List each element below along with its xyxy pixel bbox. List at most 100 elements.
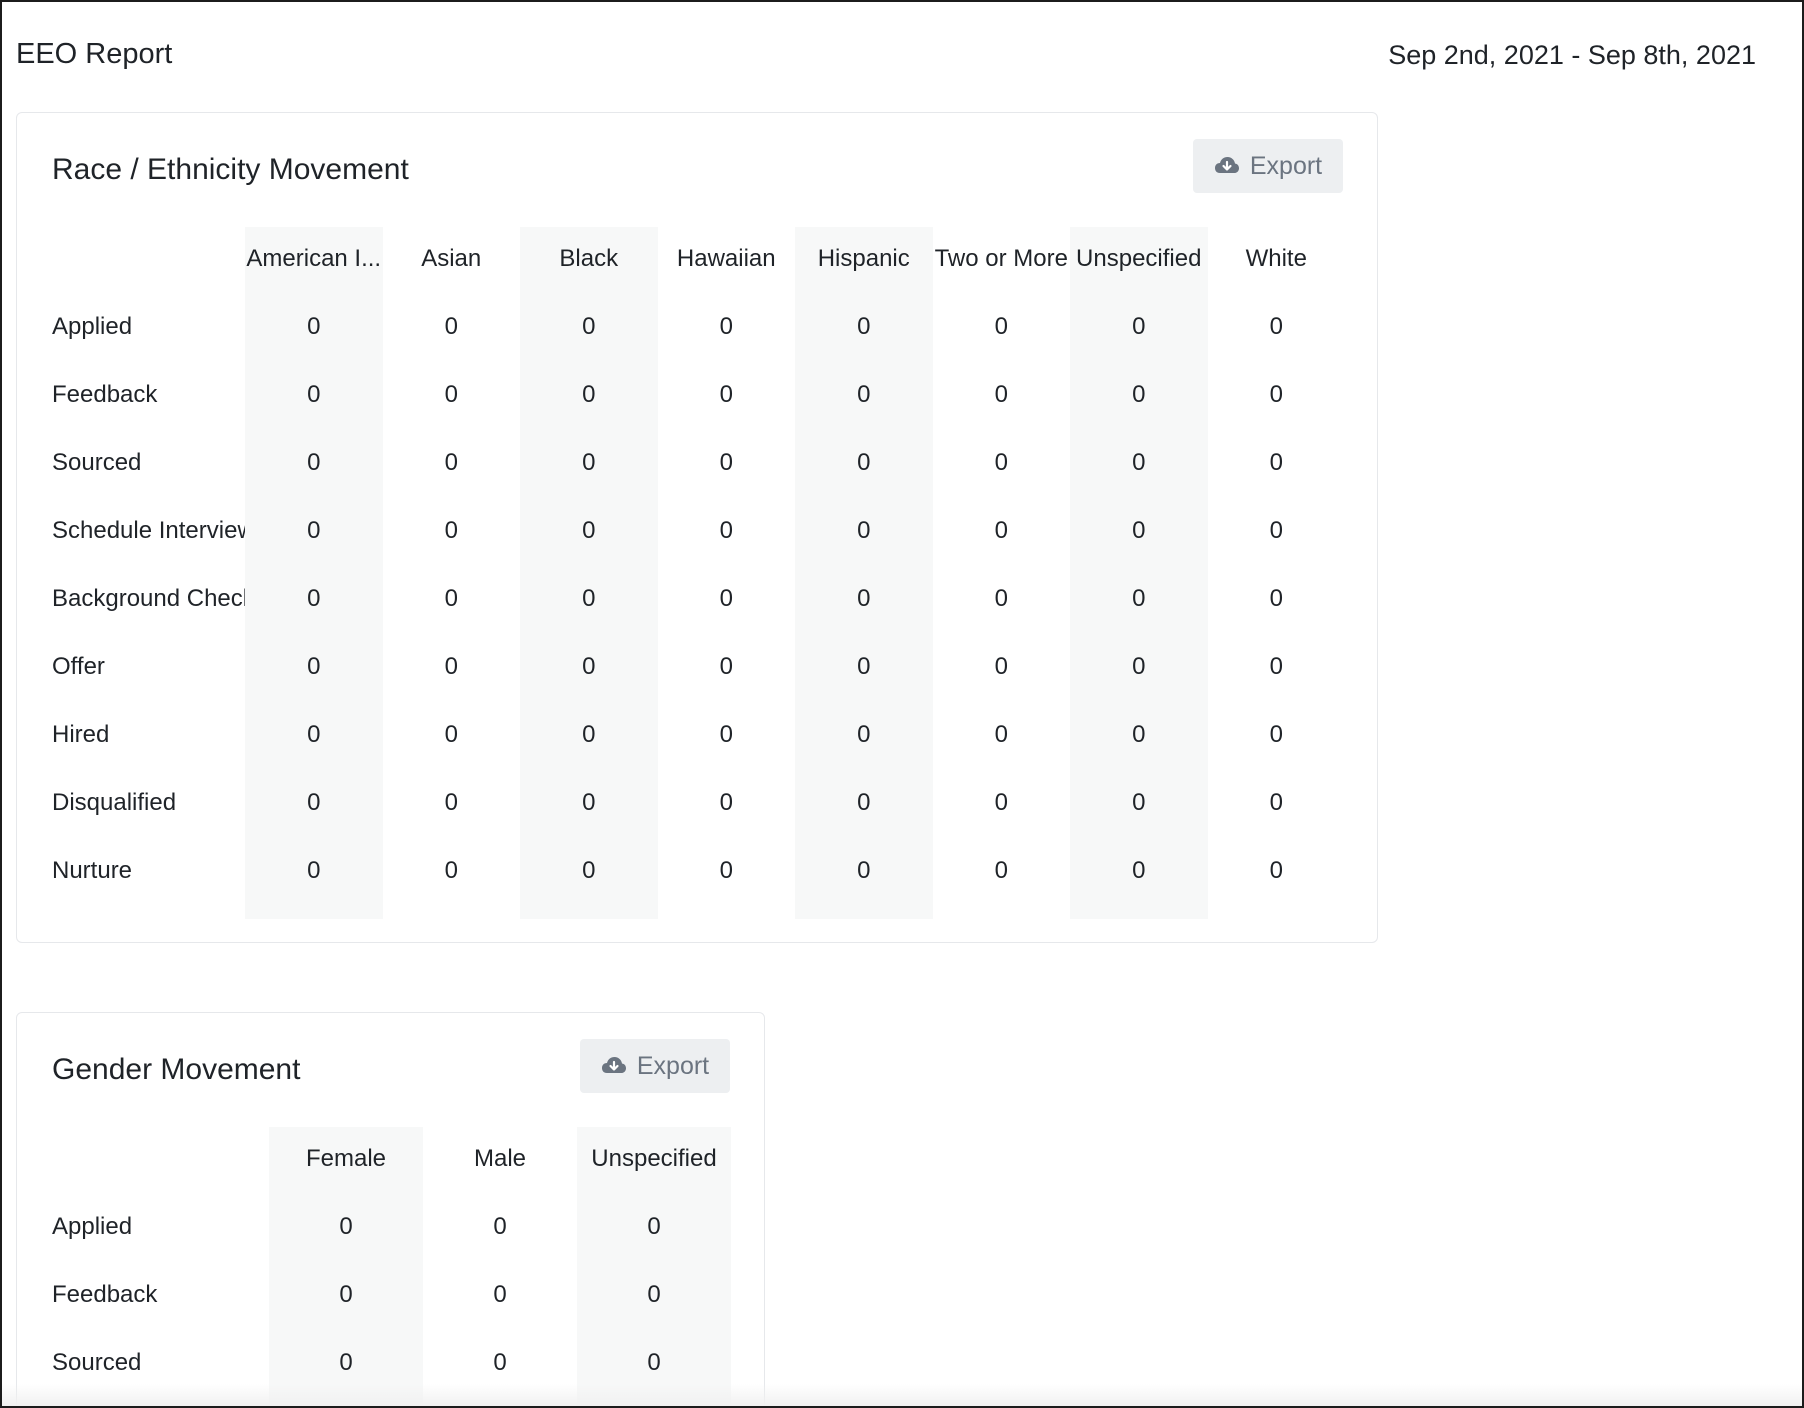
column-header[interactable]: White: [1208, 245, 1346, 273]
table-cell: 0: [444, 585, 458, 612]
column-header[interactable]: Hispanic: [795, 245, 933, 273]
row-label: Hired: [52, 721, 110, 748]
table-cell: 0: [1269, 721, 1283, 748]
table-cell: 0: [444, 653, 458, 680]
table-cell: 0: [994, 857, 1008, 884]
table-cell: 0: [1269, 517, 1283, 544]
row-label: Offer: [52, 653, 105, 680]
race-export-button[interactable]: Export: [1193, 139, 1343, 193]
row-label: Schedule Interview: [52, 517, 245, 544]
row-label: Applied: [52, 1213, 133, 1240]
table-cell: 0: [444, 449, 458, 476]
table-cell: 0: [307, 721, 321, 748]
table-cell: 0: [493, 1349, 507, 1376]
table-cell: 0: [857, 653, 871, 680]
table-cell: 0: [719, 653, 733, 680]
row-label: Sourced: [52, 449, 142, 476]
column-header[interactable]: Male: [423, 1145, 577, 1173]
table-cell: 0: [994, 653, 1008, 680]
table-cell: 0: [719, 721, 733, 748]
table-cell: 0: [1132, 789, 1146, 816]
table-cell: 0: [339, 1281, 353, 1308]
row-label: Background Check: [52, 585, 245, 612]
column-header[interactable]: Unspecified: [1070, 245, 1208, 273]
table-cell: 0: [719, 517, 733, 544]
table-cell: 0: [444, 381, 458, 408]
table-cell: 0: [307, 517, 321, 544]
table-cell: 0: [1132, 857, 1146, 884]
table-cell: 0: [994, 381, 1008, 408]
column-header[interactable]: Hawaiian: [658, 245, 796, 273]
table-cell: 0: [444, 789, 458, 816]
column-header[interactable]: Two or More: [933, 245, 1071, 273]
table-cell: 0: [994, 585, 1008, 612]
table-cell: 0: [994, 449, 1008, 476]
column-header[interactable]: Black: [520, 245, 658, 273]
table-cell: 0: [1132, 381, 1146, 408]
table-cell: 0: [582, 585, 596, 612]
table-cell: 0: [857, 381, 871, 408]
race-ethnicity-card: Race / Ethnicity Movement Export America…: [16, 112, 1378, 943]
table-cell: 0: [1269, 789, 1283, 816]
column-header[interactable]: American I...: [245, 245, 383, 273]
table-cell: 0: [857, 721, 871, 748]
table-cell: 0: [307, 653, 321, 680]
table-cell: 0: [1132, 517, 1146, 544]
column-header[interactable]: Female: [269, 1145, 423, 1173]
row-label: Sourced: [52, 1349, 142, 1376]
table-cell: 0: [647, 1213, 661, 1240]
date-range: Sep 2nd, 2021 - Sep 8th, 2021: [1388, 40, 1756, 70]
gender-export-label: Export: [636, 1051, 710, 1080]
table-cell: 0: [444, 857, 458, 884]
page-title: EEO Report: [16, 38, 173, 70]
table-cell: 0: [582, 517, 596, 544]
table-cell: 0: [994, 721, 1008, 748]
table-cell: 0: [444, 517, 458, 544]
table-cell: 0: [582, 381, 596, 408]
table-cell: 0: [857, 585, 871, 612]
gender-card: Gender Movement Export Female Male Unspeci…: [16, 1012, 765, 1406]
table-cell: 0: [493, 1213, 507, 1240]
cloud-download-icon: [601, 1055, 627, 1077]
gender-export-button[interactable]: Export: [580, 1039, 730, 1093]
table-cell: 0: [1269, 313, 1283, 340]
table-cell: 0: [582, 857, 596, 884]
table-cell: 0: [857, 517, 871, 544]
table-cell: 0: [444, 721, 458, 748]
table-cell: 0: [307, 449, 321, 476]
table-cell: 0: [719, 449, 733, 476]
table-cell: 0: [307, 585, 321, 612]
gender-title: Gender Movement: [52, 1053, 301, 1086]
table-cell: 0: [857, 789, 871, 816]
table-cell: 0: [582, 313, 596, 340]
table-cell: 0: [582, 721, 596, 748]
table-cell: 0: [444, 313, 458, 340]
table-cell: 0: [647, 1349, 661, 1376]
table-cell: 0: [857, 449, 871, 476]
race-ethnicity-title: Race / Ethnicity Movement: [52, 153, 409, 186]
table-cell: 0: [1269, 653, 1283, 680]
row-label: Disqualified: [52, 789, 177, 816]
table-cell: 0: [994, 517, 1008, 544]
table-cell: 0: [1132, 585, 1146, 612]
table-cell: 0: [1132, 449, 1146, 476]
table-cell: 0: [719, 381, 733, 408]
column-header[interactable]: Asian: [383, 245, 521, 273]
table-cell: 0: [493, 1281, 507, 1308]
table-cell: 0: [582, 449, 596, 476]
table-cell: 0: [719, 585, 733, 612]
table-cell: 0: [307, 313, 321, 340]
table-cell: 0: [994, 789, 1008, 816]
table-cell: 0: [307, 381, 321, 408]
table-cell: 0: [1132, 721, 1146, 748]
table-cell: 0: [339, 1349, 353, 1376]
table-cell: 0: [307, 857, 321, 884]
table-cell: 0: [339, 1213, 353, 1240]
column-header[interactable]: Unspecified: [577, 1145, 731, 1173]
table-cell: 0: [582, 653, 596, 680]
table-cell: 0: [582, 789, 596, 816]
row-label: Feedback: [52, 381, 158, 408]
table-cell: 0: [1269, 449, 1283, 476]
table-cell: 0: [647, 1281, 661, 1308]
row-label: Applied: [52, 313, 133, 340]
